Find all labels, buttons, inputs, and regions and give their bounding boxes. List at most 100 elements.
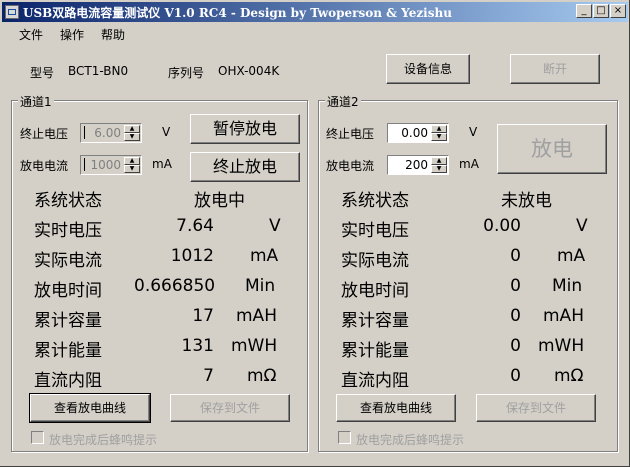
reading-value: 0.00 [483,216,521,236]
ch2-stop-voltage-spinner[interactable]: 0.00 ▲ ▼ [387,123,449,143]
ch2-stop-voltage-label: 终止电压 [326,127,375,141]
ch2-current-unit: mA [459,157,479,171]
text-caret [84,158,85,171]
reading-unit: Min [552,276,583,296]
ch1-current-label: 放电电流 [20,159,69,173]
reading-value: 131 [181,336,214,356]
reading-unit: mA [557,246,586,266]
reading-unit: V [576,216,588,236]
ch1-stop-voltage-spinner[interactable]: 6.00 ▲ ▼ [80,123,142,143]
menu-operate[interactable]: 操作 [60,26,84,43]
channel2-title: 通道2 [325,93,361,110]
spin-buttons: ▲ ▼ [431,125,447,141]
spin-buttons: ▲ ▼ [124,157,140,173]
ch2-current-value[interactable]: 200 [405,158,428,172]
menu-help[interactable]: 帮助 [101,26,125,43]
reading-label: 放电时间 [34,281,102,301]
reading-unit: mAH [236,306,277,326]
window-title: USB双路电流容量测试仪 V1.0 RC4 - Design by Twoper… [23,6,452,20]
reading-value: 0 [510,276,521,296]
spin-up-icon[interactable]: ▲ [431,157,447,165]
reading-unit: mWH [538,336,585,356]
title-bar[interactable]: USB双路电流容量测试仪 V1.0 RC4 - Design by Twoper… [2,2,628,22]
reading-label: 放电时间 [341,281,409,301]
reading-unit: V [269,216,281,236]
menu-file[interactable]: 文件 [19,26,43,43]
ch1-save-button[interactable]: 保存到文件 [170,394,290,422]
reading-label: 累计能量 [34,341,102,361]
ch2-current-label: 放电电流 [326,159,375,173]
ch2-beep-checkbox[interactable] [338,431,351,444]
maximize-icon[interactable]: □ [593,4,609,18]
ch2-discharge-button[interactable]: 放电 [497,124,607,174]
app-icon [5,5,19,19]
ch1-current-spinner[interactable]: 1000 ▲ ▼ [80,155,142,175]
ch1-view-curve-button[interactable]: 查看放电曲线 [29,393,151,423]
reading-label: 实际电流 [341,251,409,271]
spin-down-icon[interactable]: ▼ [124,165,140,173]
model-value: BCT1-BN0 [68,64,129,78]
channel1-title: 通道1 [18,93,54,110]
reading-value: 7 [203,366,214,386]
model-label: 型号 [30,66,55,80]
reading-label: 实时电压 [341,221,409,241]
spin-up-icon[interactable]: ▲ [124,125,140,133]
reading-value: 0 [510,366,521,386]
ch1-pause-button[interactable]: 暂停放电 [190,114,300,144]
ch2-stop-voltage-value[interactable]: 0.00 [401,126,428,140]
reading-value: 7.64 [176,216,214,236]
ch1-status-value: 放电中 [194,191,245,211]
reading-unit: mAH [543,306,584,326]
device-info-button[interactable]: 设备信息 [386,54,470,84]
ch2-beep-label: 放电完成后蜂鸣提示 [356,433,465,447]
ch1-beep-checkbox[interactable] [31,431,44,444]
reading-unit: Min [245,276,276,296]
reading-label: 直流内阻 [341,371,409,391]
minimize-icon[interactable]: _ [576,4,592,18]
ch1-status-label: 系统状态 [34,191,102,211]
reading-unit: mΩ [247,366,277,386]
app-window: USB双路电流容量测试仪 V1.0 RC4 - Design by Twoper… [0,0,630,467]
ch2-status-value: 未放电 [501,191,552,211]
close-icon[interactable]: × [610,4,626,18]
ch2-current-spinner[interactable]: 200 ▲ ▼ [387,155,449,175]
reading-value: 17 [192,306,214,326]
spin-down-icon[interactable]: ▼ [431,133,447,141]
reading-unit: mWH [231,336,278,356]
ch2-save-button[interactable]: 保存到文件 [476,394,596,422]
reading-unit: mA [250,246,279,266]
reading-label: 累计能量 [341,341,409,361]
spin-up-icon[interactable]: ▲ [431,125,447,133]
reading-label: 实时电压 [34,221,102,241]
ch2-status-label: 系统状态 [341,191,409,211]
ch2-stop-voltage-unit: V [469,125,478,139]
ch1-current-unit: mA [152,157,172,171]
ch1-stop-voltage-unit: V [162,125,171,139]
spin-buttons: ▲ ▼ [124,125,140,141]
reading-value: 0.666850 [134,276,216,296]
serial-label: 序列号 [168,66,205,80]
reading-value: 0 [510,306,521,326]
spin-down-icon[interactable]: ▼ [124,133,140,141]
reading-value: 0 [510,246,521,266]
ch1-stop-voltage-value[interactable]: 6.00 [94,126,121,140]
disconnect-button[interactable]: 断开 [510,54,600,84]
reading-value: 0 [510,336,521,356]
spin-down-icon[interactable]: ▼ [431,165,447,173]
reading-value: 1012 [170,246,214,266]
menu-bar: 文件 操作 帮助 [2,23,628,43]
reading-label: 直流内阻 [34,371,102,391]
text-caret [84,126,85,139]
spin-buttons: ▲ ▼ [431,157,447,173]
ch1-stop-voltage-label: 终止电压 [20,127,69,141]
ch1-stop-button[interactable]: 终止放电 [190,152,300,182]
serial-value: OHX-004K [218,64,280,78]
ch1-current-value[interactable]: 1000 [90,158,121,172]
reading-label: 累计容量 [341,311,409,331]
reading-unit: mΩ [554,366,584,386]
reading-label: 累计容量 [34,311,102,331]
ch1-beep-label: 放电完成后蜂鸣提示 [49,433,158,447]
spin-up-icon[interactable]: ▲ [124,157,140,165]
ch2-view-curve-button[interactable]: 查看放电曲线 [336,394,456,422]
reading-label: 实际电流 [34,251,102,271]
